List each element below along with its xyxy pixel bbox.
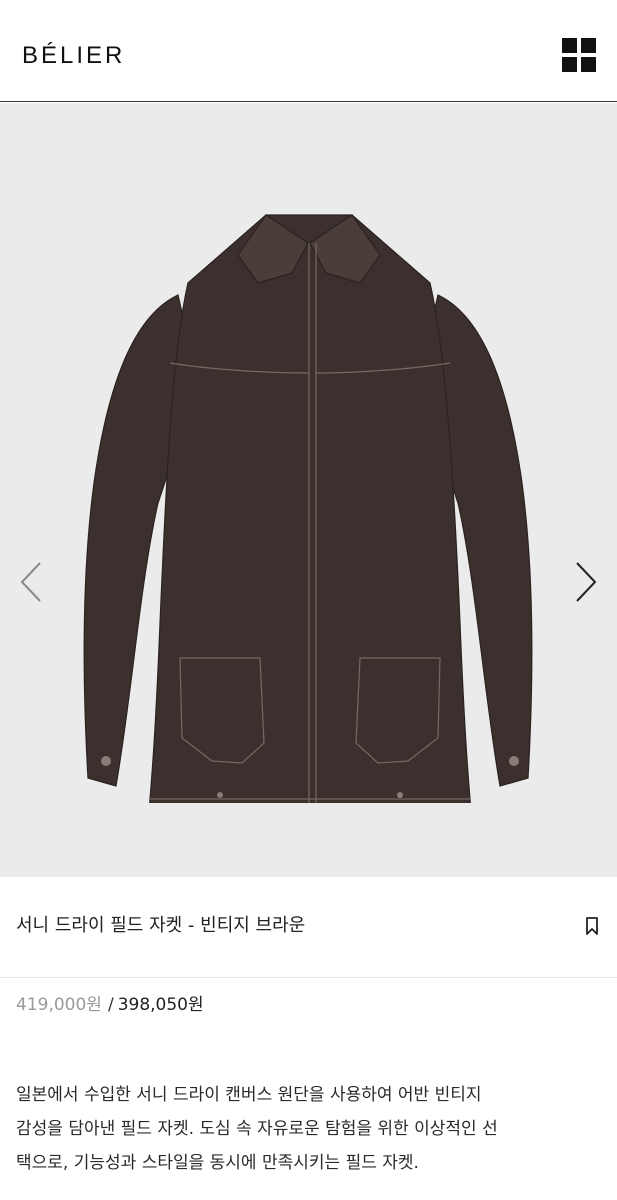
product-description: 일본에서 수입한 서니 드라이 캔버스 원단을 사용하여 어반 빈티지 감성을 … bbox=[16, 1078, 606, 1180]
grid-menu-cell bbox=[581, 57, 596, 72]
grid-menu-cell bbox=[562, 57, 577, 72]
product-jacket-image bbox=[83, 214, 533, 803]
chevron-left-icon[interactable] bbox=[16, 559, 46, 605]
grid-menu-cell bbox=[562, 38, 577, 53]
sale-price: 398,050원 bbox=[117, 995, 204, 1015]
description-line: 일본에서 수입한 서니 드라이 캔버스 원단을 사용하여 어반 빈티지 bbox=[16, 1085, 482, 1105]
bookmark-icon[interactable] bbox=[584, 916, 600, 936]
price-row: 419,000원/398,050원 bbox=[16, 993, 204, 1017]
grid-menu-icon[interactable] bbox=[562, 38, 596, 72]
description-line: 택으로, 기능성과 스타일을 동시에 만족시키는 필드 자켓. bbox=[16, 1153, 419, 1173]
product-image-gallery[interactable] bbox=[0, 103, 617, 877]
original-price: 419,000원 bbox=[16, 995, 102, 1015]
brand-logo[interactable]: BÉLIER bbox=[22, 40, 125, 72]
description-line: 감성을 담아낸 필드 자켓. 도심 속 자유로운 탐험을 위한 이상적인 선 bbox=[16, 1119, 498, 1139]
product-title: 서니 드라이 필드 자켓 - 빈티지 브라운 bbox=[16, 915, 306, 936]
product-title-row: 서니 드라이 필드 자켓 - 빈티지 브라운 bbox=[0, 878, 617, 978]
chevron-right-icon[interactable] bbox=[571, 559, 601, 605]
site-header: BÉLIER bbox=[0, 0, 617, 102]
grid-menu-cell bbox=[581, 38, 596, 53]
price-separator: / bbox=[107, 995, 114, 1015]
